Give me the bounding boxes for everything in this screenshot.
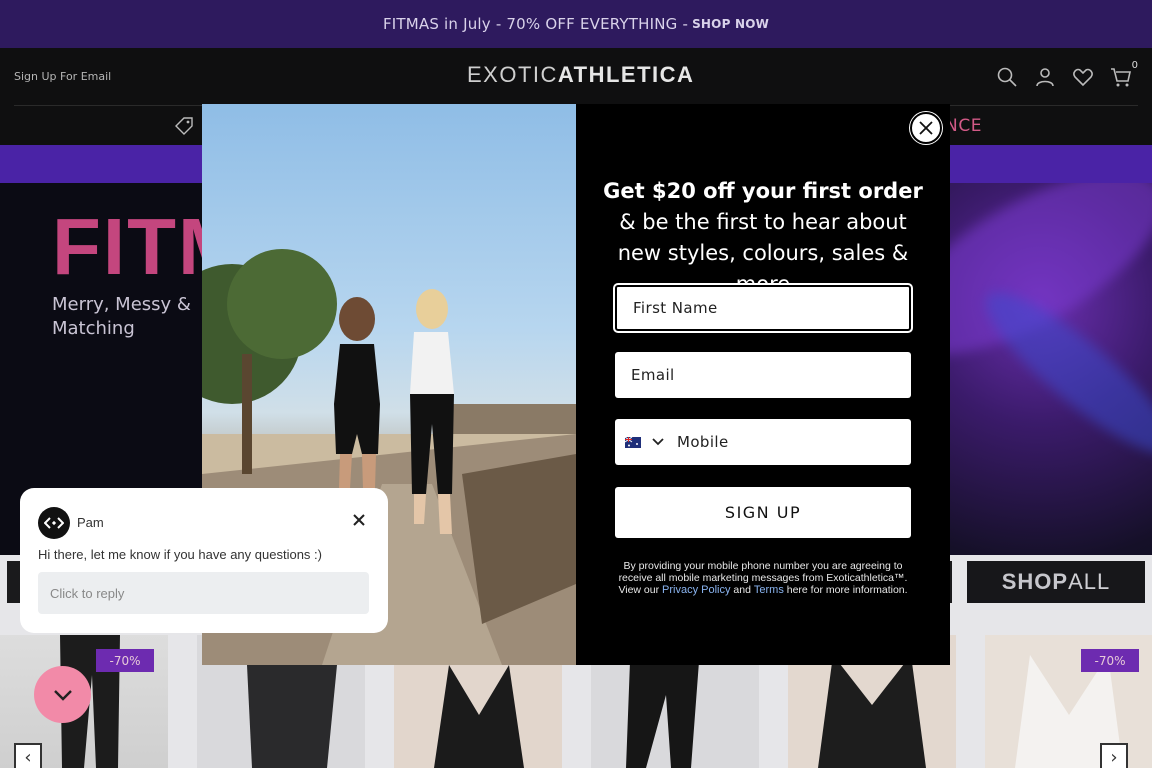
mobile-field[interactable]: Mobile — [615, 419, 911, 465]
chevron-down-icon — [53, 689, 72, 701]
email-signup-link[interactable]: Sign Up For Email — [14, 70, 111, 83]
modal-close-button[interactable] — [910, 112, 942, 144]
search-icon[interactable] — [996, 66, 1018, 88]
account-icon[interactable] — [1034, 66, 1056, 88]
headline-bold: Get $20 off your first order — [603, 179, 923, 203]
logo-light-text: EXOTIC — [467, 62, 558, 87]
shop-now-link[interactable]: SHOP NOW — [692, 17, 769, 31]
headline-rest: & be the first to hear about new styles,… — [617, 210, 909, 296]
privacy-policy-link[interactable]: Privacy Policy — [662, 584, 730, 596]
cart-count: 0 — [1131, 60, 1138, 71]
chat-widget: Pam Hi there, let me know if you have an… — [20, 488, 388, 633]
australia-flag-icon[interactable] — [625, 436, 641, 448]
hero-subtitle: Merry, Messy & Matching — [52, 294, 191, 339]
legal-post: here for more information. — [786, 584, 908, 596]
shop-all-tile[interactable]: SHOP ALL — [967, 561, 1145, 603]
email-placeholder: Email — [631, 366, 675, 384]
carousel-prev-button[interactable]: ‹ — [14, 743, 42, 768]
site-header: Sign Up For Email EXOTICATHLETICA 0 — [0, 48, 1152, 106]
chat-message: Hi there, let me know if you have any qu… — [38, 547, 322, 562]
chat-close-icon[interactable] — [352, 512, 366, 526]
shop-all-rest: ALL — [1068, 569, 1111, 594]
wishlist-icon[interactable] — [1072, 66, 1094, 88]
chat-agent-name: Pam — [77, 515, 104, 530]
tag-icon[interactable] — [174, 116, 194, 140]
announcement-text: FITMAS in July - 70% OFF EVERYTHING - — [382, 15, 689, 33]
discount-badge: -70% — [96, 649, 154, 672]
shop-all-bold: SHOP — [1001, 569, 1069, 594]
chat-reply-input[interactable]: Click to reply — [38, 572, 369, 614]
header-icons: 0 — [996, 60, 1138, 88]
announcement-bar: FITMAS in July - 70% OFF EVERYTHING - SH… — [0, 0, 1152, 48]
first-name-placeholder: First Name — [633, 299, 718, 317]
chat-toggle-button[interactable] — [34, 666, 91, 723]
chat-reply-placeholder: Click to reply — [50, 585, 125, 601]
email-field[interactable]: Email — [615, 352, 911, 398]
signup-button[interactable]: SIGN UP — [615, 487, 911, 538]
logo-bold-text: ATHLETICA — [557, 62, 695, 87]
site-logo[interactable]: EXOTICATHLETICA — [467, 62, 694, 88]
mobile-placeholder: Mobile — [677, 433, 729, 451]
chat-agent-avatar — [38, 507, 70, 539]
modal-form-panel: Get $20 off your first order & be the fi… — [576, 104, 950, 665]
first-name-field[interactable]: First Name — [615, 285, 911, 331]
modal-headline: Get $20 off your first order & be the fi… — [598, 176, 928, 300]
close-icon — [919, 121, 933, 135]
category-tile[interactable] — [7, 561, 21, 603]
legal-text: By providing your mobile phone number yo… — [610, 560, 916, 596]
legal-and: and — [733, 584, 751, 596]
nav-clearance[interactable]: NCE — [945, 116, 982, 136]
terms-link[interactable]: Terms — [754, 584, 784, 596]
carousel-next-button[interactable]: › — [1100, 743, 1128, 768]
cart-icon[interactable]: 0 — [1110, 60, 1138, 88]
chevron-down-icon[interactable] — [651, 435, 665, 449]
discount-badge: -70% — [1081, 649, 1139, 672]
